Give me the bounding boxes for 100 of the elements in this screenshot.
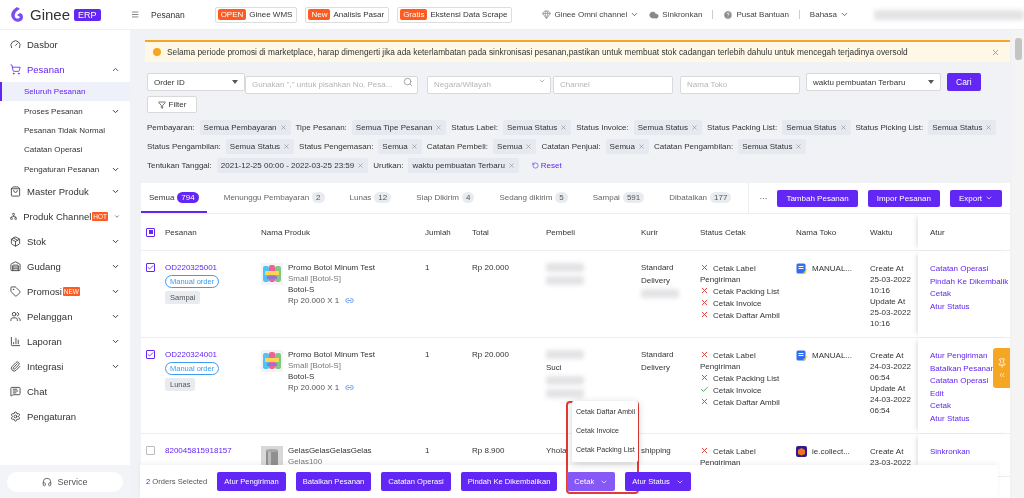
- filter-chip[interactable]: Semua Pembayaran: [199, 120, 291, 135]
- action-link[interactable]: Edit: [930, 387, 944, 400]
- header-link[interactable]: Bahasa: [809, 10, 849, 19]
- promo-button[interactable]: New Analisis Pasar: [305, 6, 390, 23]
- link-icon[interactable]: [345, 296, 355, 305]
- nav-label: Pengaturan Pesanan: [24, 164, 101, 174]
- region-select[interactable]: Negara/Wilayah: [427, 75, 551, 94]
- close-icon[interactable]: [985, 124, 993, 131]
- filter-chip[interactable]: Semua: [493, 139, 537, 154]
- side-panel-tab[interactable]: [993, 348, 1010, 388]
- order-id-link[interactable]: OD220324001: [165, 350, 218, 359]
- filter-label: Status Picking List:: [855, 122, 924, 134]
- toolbar-button[interactable]: Export: [949, 189, 1003, 207]
- search-type-select[interactable]: Order ID: [147, 73, 245, 91]
- nav-subitem[interactable]: Catatan Operasi: [0, 140, 130, 160]
- nav-item[interactable]: Pengaturan: [0, 403, 130, 429]
- action-link[interactable]: Atur Status: [930, 412, 970, 425]
- promo-button[interactable]: OPEN Ginee WMS: [214, 6, 298, 23]
- nav-item[interactable]: Chat: [0, 378, 130, 404]
- sort-select[interactable]: waktu pembuatan Terbaru: [806, 73, 941, 91]
- close-icon[interactable]: [839, 124, 847, 131]
- menu-icon[interactable]: [130, 9, 140, 20]
- header-link[interactable]: Sinkronkan: [649, 9, 703, 20]
- filter-chip[interactable]: Semua Status: [225, 139, 295, 154]
- filter-chip[interactable]: Semua: [605, 139, 649, 154]
- close-icon[interactable]: [507, 162, 515, 169]
- filter-chip[interactable]: Semua Status: [503, 120, 572, 135]
- header-link[interactable]: Pusat Bantuan: [723, 9, 789, 20]
- status-tab[interactable]: Sampai 591: [584, 183, 653, 213]
- nav-item[interactable]: Integrasi: [0, 353, 130, 379]
- select-all-checkbox[interactable]: [146, 227, 155, 237]
- status-tab[interactable]: Lunas 12: [341, 183, 400, 213]
- close-icon[interactable]: [691, 124, 698, 131]
- search-icon[interactable]: [403, 77, 413, 87]
- row-checkbox[interactable]: [146, 446, 155, 455]
- row-checkbox[interactable]: [146, 350, 155, 359]
- filter-chip[interactable]: Semua Status: [782, 120, 851, 135]
- action-link[interactable]: Cetak: [930, 400, 951, 413]
- filter-chip[interactable]: Semua Status: [928, 120, 997, 135]
- action-link[interactable]: Catatan Operasi: [930, 263, 989, 276]
- nav-subitem[interactable]: Seluruh Pesanan: [0, 82, 130, 102]
- tab-count: 5: [555, 191, 568, 203]
- close-icon[interactable]: [410, 143, 418, 150]
- action-link[interactable]: Cetak: [930, 288, 951, 301]
- action-link[interactable]: Atur Status: [930, 300, 970, 313]
- nav-item[interactable]: Pelanggan: [0, 303, 130, 329]
- search-button[interactable]: Cari: [947, 73, 981, 91]
- action-link[interactable]: Batalkan Pesanan: [930, 362, 995, 375]
- link-icon[interactable]: [345, 383, 355, 392]
- status-tab[interactable]: Semua 794: [141, 183, 207, 213]
- filter-chip[interactable]: Semua Status: [738, 139, 807, 154]
- action-link[interactable]: Sinkronkan: [930, 446, 971, 459]
- header-link[interactable]: Ginee Omni channel: [542, 10, 640, 19]
- store-name: MANUAL...: [812, 351, 852, 360]
- nav-subitem[interactable]: Proses Pesanan: [0, 101, 130, 121]
- quantity: 1: [425, 350, 430, 359]
- order-search-field[interactable]: Gunakan "," untuk pisahkan No. Pesa...: [245, 75, 418, 94]
- nav-subitem[interactable]: Pesanan Tidak Normal: [0, 120, 130, 141]
- close-icon[interactable]: [435, 124, 443, 131]
- close-icon[interactable]: [279, 124, 287, 131]
- nav-item[interactable]: Stok: [0, 228, 130, 254]
- column-header: Total: [472, 227, 490, 237]
- close-icon[interactable]: [525, 143, 533, 150]
- status-tab[interactable]: Sedang dikirim 5: [491, 183, 576, 213]
- nav-item[interactable]: Gudang: [0, 253, 130, 279]
- filter-button[interactable]: Filter: [147, 96, 197, 113]
- more-button[interactable]: ···: [759, 193, 768, 203]
- nav-subitem[interactable]: Pengaturan Pesanan: [0, 159, 130, 179]
- channel-field[interactable]: Channel: [553, 75, 673, 94]
- close-icon[interactable]: [283, 143, 291, 150]
- scrollbar[interactable]: [1012, 30, 1024, 498]
- close-icon[interactable]: [795, 143, 803, 150]
- store-field[interactable]: Nama Toko: [680, 75, 800, 94]
- status-tab[interactable]: Dibatalkan 177: [661, 183, 740, 213]
- toolbar-button[interactable]: Tambah Pesanan: [777, 189, 858, 207]
- action-link[interactable]: Atur Pengiriman: [930, 350, 988, 363]
- filter-chip[interactable]: Semua: [378, 139, 422, 154]
- close-icon[interactable]: [357, 162, 365, 169]
- nav-item[interactable]: Dasbor: [0, 32, 130, 57]
- service-button[interactable]: Service: [7, 471, 123, 492]
- action-link[interactable]: Catatan Operasi: [930, 375, 989, 388]
- action-link[interactable]: Pindah Ke Dikembalik: [930, 275, 1009, 288]
- filter-chip[interactable]: waktu pembuatan Terbaru: [408, 158, 519, 173]
- order-id-link[interactable]: OD220325001: [165, 263, 218, 272]
- status-tab[interactable]: Siap Dikirim 4: [408, 183, 483, 213]
- filter-chip[interactable]: Semua Status: [633, 120, 702, 135]
- filter-chip[interactable]: Semua Tipe Pesanan: [351, 120, 447, 135]
- reset-link[interactable]: Reset: [531, 161, 562, 170]
- close-icon[interactable]: [637, 143, 645, 150]
- status-tab[interactable]: Menunggu Pembayaran 2: [215, 183, 333, 213]
- nav-item[interactable]: Laporan: [0, 328, 130, 354]
- promo-button[interactable]: Gratis Ekstensi Data Scrape: [397, 6, 513, 23]
- row-checkbox[interactable]: [146, 263, 155, 272]
- nav-item[interactable]: Master Produk: [0, 178, 130, 204]
- filter-chip[interactable]: 2021-12-25 00:00 - 2022-03-25 23:59: [216, 158, 369, 173]
- nav-item[interactable]: Pesanan: [0, 57, 130, 82]
- close-icon[interactable]: [560, 124, 568, 131]
- toolbar-button[interactable]: Impor Pesanan: [867, 189, 940, 207]
- close-icon[interactable]: [991, 47, 1000, 57]
- order-id-link[interactable]: 820045815918157: [165, 446, 232, 455]
